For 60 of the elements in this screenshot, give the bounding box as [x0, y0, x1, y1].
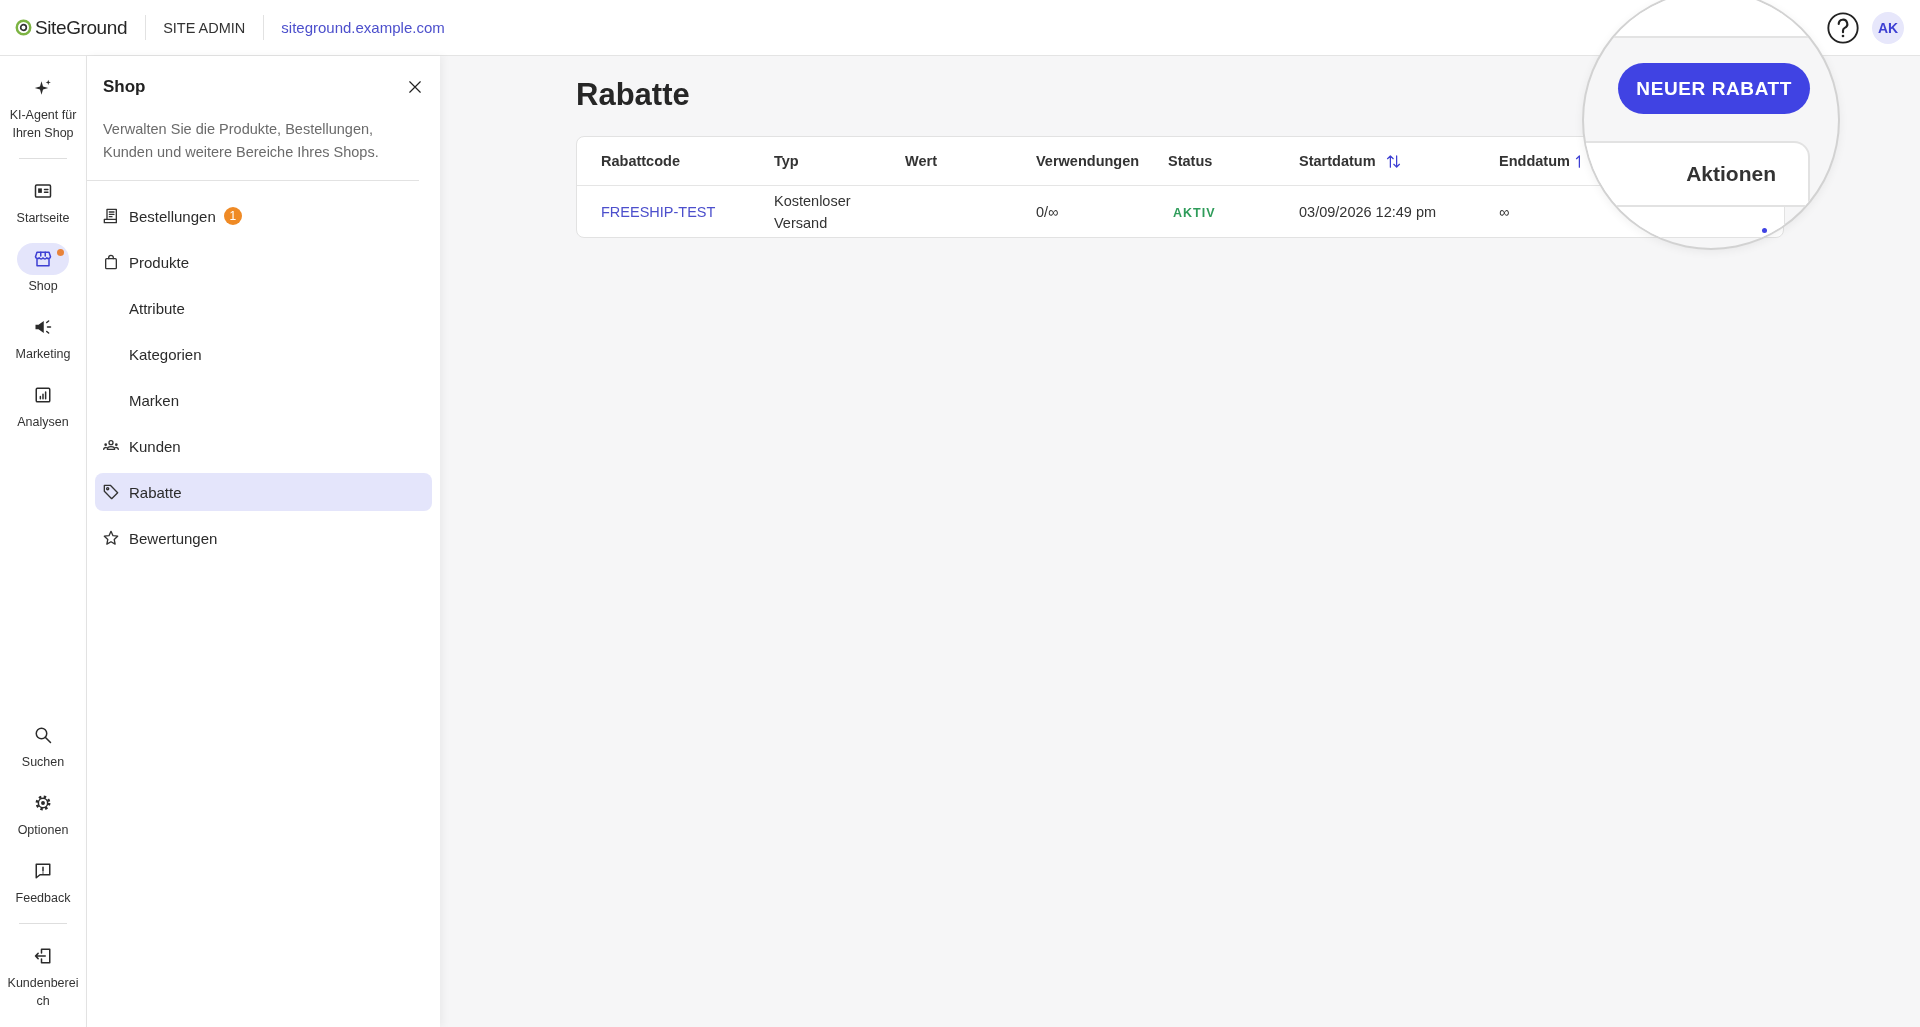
shopping-bag-icon [103, 254, 119, 270]
column-header[interactable]: Enddatum [1499, 153, 1580, 169]
nav-item[interactable]: Kundenbereich [3, 940, 83, 1010]
end-date: ∞ [1499, 203, 1510, 220]
close-icon [408, 80, 422, 94]
sparkle-icon [34, 79, 52, 97]
status-label: AKTIV [1173, 205, 1216, 220]
menu-item[interactable]: Produkte [95, 243, 432, 281]
logo-text: SiteGround [35, 16, 128, 39]
nav-item[interactable]: Feedback [3, 855, 83, 907]
nav-item[interactable]: Analysen [3, 379, 83, 431]
nav-item[interactable]: Marketing [3, 311, 83, 363]
speech-bubble-icon [34, 862, 52, 880]
menu-item[interactable]: Kunden [95, 427, 432, 465]
menu-item[interactable]: Attribute [95, 289, 432, 327]
panel-description: Verwalten Sie die Produkte, Bestellungen, Kunden und weitere Bereiche Ihres Shops. [87, 99, 419, 181]
nav-item[interactable]: Optionen [3, 787, 83, 839]
dot-icon [1762, 228, 1767, 233]
nav-item[interactable]: Suchen [3, 719, 83, 771]
menu-item[interactable]: Marken [95, 381, 432, 419]
menu-item[interactable]: Kategorien [95, 335, 432, 373]
nav-item[interactable]: Startseite [3, 175, 83, 227]
menu-item[interactable]: Bestellungen 1 [95, 197, 432, 235]
column-header: Status [1168, 153, 1213, 169]
usage-count: 0/∞ [1036, 203, 1059, 220]
new-discount-button[interactable]: NEUER RABATT [1618, 63, 1810, 114]
page-title: Rabatte [576, 76, 690, 114]
panel-title: Shop [103, 76, 146, 98]
sort-icon [1574, 153, 1580, 169]
tag-icon [103, 484, 119, 500]
close-button[interactable] [406, 78, 424, 96]
column-header: Verwendungen [1036, 153, 1140, 169]
nav-item[interactable]: Shop [3, 243, 83, 295]
site-link[interactable]: siteground.example.com [281, 19, 445, 36]
settings-icon [34, 794, 52, 812]
menu-item[interactable]: Bewertungen [95, 519, 432, 557]
discount-code-link[interactable]: FREESHIP-TEST [601, 203, 716, 220]
column-header: Wert [905, 153, 937, 169]
column-header: Typ [774, 153, 799, 169]
column-header[interactable]: Startdatum [1299, 153, 1401, 169]
count-badge: 1 [223, 207, 242, 225]
menu-item[interactable]: Rabatte [95, 473, 432, 511]
receipt-icon [103, 208, 119, 224]
swirl-logo-icon [15, 19, 32, 36]
bar-chart-icon [34, 386, 52, 404]
megaphone-icon [34, 318, 52, 336]
sort-icon [1385, 153, 1401, 169]
start-date: 03/09/2026 12:49 pm [1299, 203, 1437, 220]
section-title: SITE ADMIN [163, 19, 246, 36]
arrow-box-icon [34, 947, 52, 965]
layout-icon [34, 182, 52, 200]
column-header: Rabattcode [601, 153, 680, 169]
help-icon[interactable] [1827, 11, 1859, 44]
nav-item[interactable]: KI-Agent für Ihren Shop [3, 72, 83, 142]
user-avatar[interactable]: AK [1872, 11, 1904, 44]
discount-type: Kostenloser Versand [774, 192, 851, 231]
star-icon [103, 530, 119, 546]
column-header: Aktionen [1686, 162, 1776, 186]
search-icon [34, 726, 52, 744]
store-icon [34, 250, 52, 268]
